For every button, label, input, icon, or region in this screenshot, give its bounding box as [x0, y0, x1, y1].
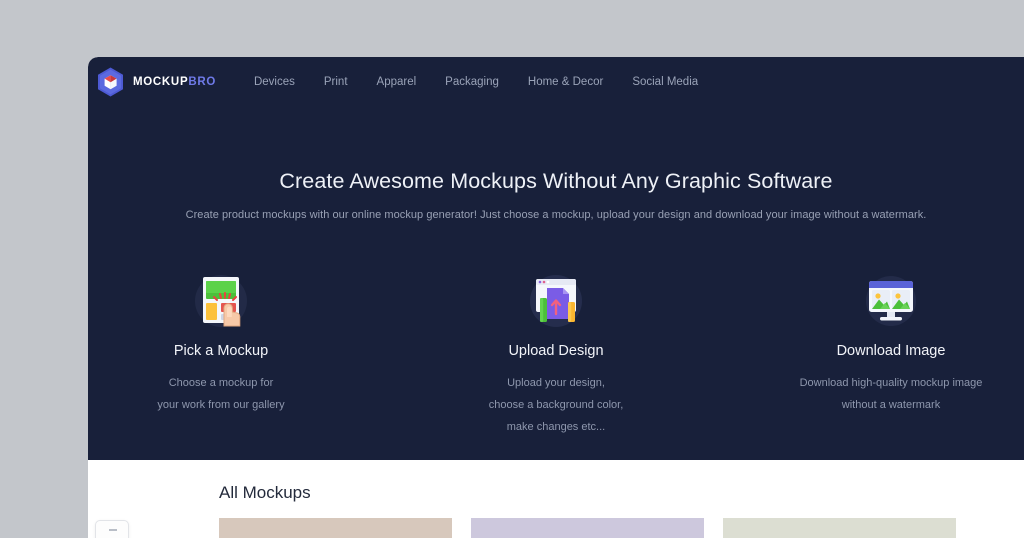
feature-title: Download Image: [836, 343, 946, 359]
all-mockups-section: All Mockups: [88, 460, 1024, 538]
feature-desc-line: choose a background color,: [488, 399, 624, 411]
brand-wordmark: MOCKUPBRO: [133, 76, 216, 88]
nav-item-apparel[interactable]: Apparel: [377, 72, 417, 92]
nav-item-devices[interactable]: Devices: [254, 72, 295, 92]
nav-links: Devices Print Apparel Packaging Home & D…: [254, 72, 698, 92]
upload-design-icon: [456, 268, 656, 334]
brand-word-primary: MOCKUP: [133, 76, 189, 88]
brand-word-accent: BRO: [188, 76, 216, 88]
feature-title: Pick a Mockup: [173, 343, 269, 359]
download-image-icon: [791, 268, 991, 334]
feature-description: Choose a mockup for your work from our g…: [121, 372, 321, 416]
page-title: All Mockups: [219, 483, 311, 502]
hexagon-cube-logo-icon: [97, 67, 124, 97]
nav-item-home-decor[interactable]: Home & Decor: [528, 72, 603, 92]
feature-desc-line: your work from our gallery: [157, 399, 285, 411]
mockup-thumb-2[interactable]: [471, 518, 704, 538]
hero-section: Create Awesome Mockups Without Any Graph…: [88, 107, 1024, 460]
feature-description: Download high-quality mockup image witho…: [791, 372, 991, 416]
feature-pick-a-mockup[interactable]: Pick a Mockup Choose a mockup for your w…: [121, 268, 321, 438]
feature-upload-design[interactable]: Upload Design Upload your design, choose…: [456, 268, 656, 438]
nav-item-social-media[interactable]: Social Media: [632, 72, 698, 92]
feature-download-image[interactable]: Download Image Download high-quality moc…: [791, 268, 991, 438]
brand-logo[interactable]: MOCKUPBRO: [97, 67, 216, 97]
mockup-thumbnail-row: [219, 518, 1024, 538]
all-mockups-inner: All Mockups: [88, 460, 1024, 538]
nav-item-packaging[interactable]: Packaging: [445, 72, 499, 92]
top-navbar: MOCKUPBRO Devices Print Apparel Packagin…: [88, 57, 1024, 107]
nav-item-print[interactable]: Print: [324, 72, 348, 92]
feature-desc-line: Upload your design,: [507, 377, 605, 389]
feature-desc-line: Choose a mockup for: [168, 377, 274, 389]
feature-desc-line: Download high-quality mockup image: [799, 377, 983, 389]
feature-desc-line: make changes etc...: [506, 421, 606, 433]
feature-list: Pick a Mockup Choose a mockup for your w…: [88, 268, 1024, 438]
feature-description: Upload your design, choose a background …: [456, 372, 656, 438]
browser-page: MOCKUPBRO Devices Print Apparel Packagin…: [88, 57, 1024, 538]
feature-title: Upload Design: [508, 343, 604, 359]
sidebar-toggle-card[interactable]: [95, 520, 129, 538]
pick-mockup-icon: [121, 268, 321, 334]
feature-desc-line: without a watermark: [841, 399, 941, 411]
mockup-thumb-3[interactable]: [723, 518, 956, 538]
hero-subheading: Create product mockups with our online m…: [185, 209, 927, 221]
menu-dots-icon: [109, 529, 117, 531]
mockup-thumb-1[interactable]: [219, 518, 452, 538]
hero-heading: Create Awesome Mockups Without Any Graph…: [279, 169, 833, 193]
